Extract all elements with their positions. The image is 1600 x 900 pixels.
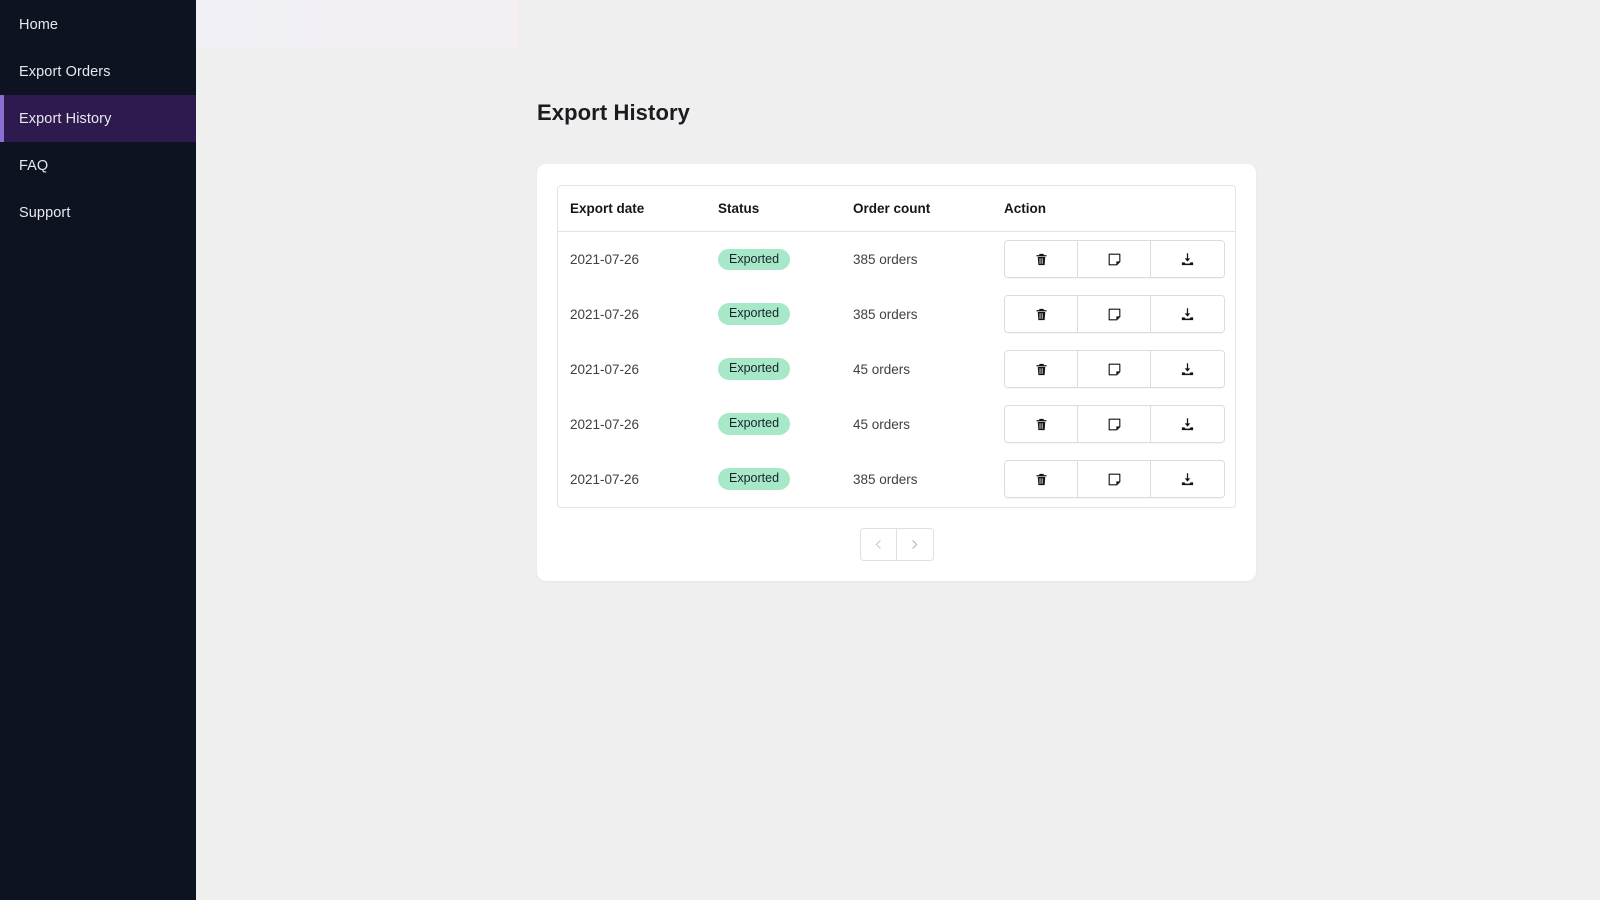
view-note-button[interactable] <box>1078 461 1151 497</box>
sidebar-item-faq[interactable]: FAQ <box>0 142 196 189</box>
delete-export-button[interactable] <box>1005 406 1078 442</box>
sidebar-item-support[interactable]: Support <box>0 189 196 236</box>
sidebar-item-export-history[interactable]: Export History <box>0 95 196 142</box>
table-row: 2021-07-26 Exported 45 orders <box>558 397 1235 452</box>
download-export-button[interactable] <box>1151 241 1224 277</box>
cell-action <box>992 232 1235 287</box>
cell-order-count: 385 orders <box>841 287 992 342</box>
cell-status: Exported <box>706 342 841 397</box>
download-export-button[interactable] <box>1151 461 1224 497</box>
view-note-button[interactable] <box>1078 241 1151 277</box>
cell-export-date: 2021-07-26 <box>558 397 706 452</box>
sidebar-item-home[interactable]: Home <box>0 1 196 48</box>
table-head: Export date Status Order count Action <box>558 186 1235 232</box>
download-icon <box>1180 472 1195 487</box>
action-button-group <box>1004 460 1225 498</box>
cell-status: Exported <box>706 397 841 452</box>
view-note-button[interactable] <box>1078 351 1151 387</box>
sidebar-item-label: Home <box>19 17 58 33</box>
cell-status: Exported <box>706 287 841 342</box>
cell-order-count: 45 orders <box>841 342 992 397</box>
status-badge: Exported <box>718 358 790 380</box>
cell-status: Exported <box>706 232 841 287</box>
delete-export-button[interactable] <box>1005 296 1078 332</box>
download-icon <box>1180 417 1195 432</box>
cell-export-date: 2021-07-26 <box>558 452 706 507</box>
note-icon <box>1107 252 1122 267</box>
action-button-group <box>1004 295 1225 333</box>
note-icon <box>1107 417 1122 432</box>
export-history-table-wrap: Export date Status Order count Action 20… <box>557 185 1236 508</box>
table-row: 2021-07-26 Exported 45 orders <box>558 342 1235 397</box>
export-history-card: Export date Status Order count Action 20… <box>537 164 1256 581</box>
status-badge: Exported <box>718 303 790 325</box>
delete-export-button[interactable] <box>1005 461 1078 497</box>
cell-status: Exported <box>706 452 841 507</box>
table-header-row: Export date Status Order count Action <box>558 186 1235 232</box>
action-button-group <box>1004 405 1225 443</box>
view-note-button[interactable] <box>1078 296 1151 332</box>
action-button-group <box>1004 350 1225 388</box>
page-title: Export History <box>537 100 690 126</box>
cell-action <box>992 452 1235 507</box>
download-export-button[interactable] <box>1151 296 1224 332</box>
cell-order-count: 385 orders <box>841 452 992 507</box>
download-icon <box>1180 362 1195 377</box>
download-icon <box>1180 252 1195 267</box>
download-export-button[interactable] <box>1151 406 1224 442</box>
delete-export-button[interactable] <box>1005 351 1078 387</box>
download-icon <box>1180 307 1195 322</box>
note-icon <box>1107 472 1122 487</box>
column-header-order-count: Order count <box>841 186 992 232</box>
sidebar-item-export-orders[interactable]: Export Orders <box>0 48 196 95</box>
pagination-next-button[interactable] <box>897 529 933 560</box>
cell-export-date: 2021-07-26 <box>558 232 706 287</box>
table-row: 2021-07-26 Exported 385 orders <box>558 452 1235 507</box>
column-header-export-date: Export date <box>558 186 706 232</box>
cell-order-count: 45 orders <box>841 397 992 452</box>
delete-export-button[interactable] <box>1005 241 1078 277</box>
table-body: 2021-07-26 Exported 385 orders 2021-07-26 Ex… <box>558 232 1235 507</box>
trash-icon <box>1034 252 1049 267</box>
sidebar: Home Export Orders Export History FAQ Su… <box>0 0 196 900</box>
table-row: 2021-07-26 Exported 385 orders <box>558 287 1235 342</box>
table-row: 2021-07-26 Exported 385 orders <box>558 232 1235 287</box>
sidebar-item-label: FAQ <box>19 158 48 174</box>
chevron-left-icon <box>872 538 885 551</box>
cell-action <box>992 287 1235 342</box>
export-history-table: Export date Status Order count Action 20… <box>558 186 1235 507</box>
trash-icon <box>1034 472 1049 487</box>
cell-export-date: 2021-07-26 <box>558 342 706 397</box>
sidebar-item-label: Support <box>19 205 71 221</box>
trash-icon <box>1034 362 1049 377</box>
app-root: Home Export Orders Export History FAQ Su… <box>0 0 1600 900</box>
note-icon <box>1107 362 1122 377</box>
status-badge: Exported <box>718 468 790 490</box>
chevron-right-icon <box>908 538 921 551</box>
column-header-status: Status <box>706 186 841 232</box>
status-badge: Exported <box>718 413 790 435</box>
cell-export-date: 2021-07-26 <box>558 287 706 342</box>
trash-icon <box>1034 417 1049 432</box>
note-icon <box>1107 307 1122 322</box>
cell-action <box>992 397 1235 452</box>
cell-action <box>992 342 1235 397</box>
action-button-group <box>1004 240 1225 278</box>
view-note-button[interactable] <box>1078 406 1151 442</box>
sidebar-item-label: Export History <box>19 111 111 127</box>
status-badge: Exported <box>718 249 790 271</box>
sidebar-item-label: Export Orders <box>19 64 111 80</box>
trash-icon <box>1034 307 1049 322</box>
pagination <box>860 528 934 561</box>
download-export-button[interactable] <box>1151 351 1224 387</box>
pagination-previous-button[interactable] <box>861 529 897 560</box>
column-header-action: Action <box>992 186 1235 232</box>
main-content: Export History Export date Status Ord <box>196 0 1600 900</box>
cell-order-count: 385 orders <box>841 232 992 287</box>
